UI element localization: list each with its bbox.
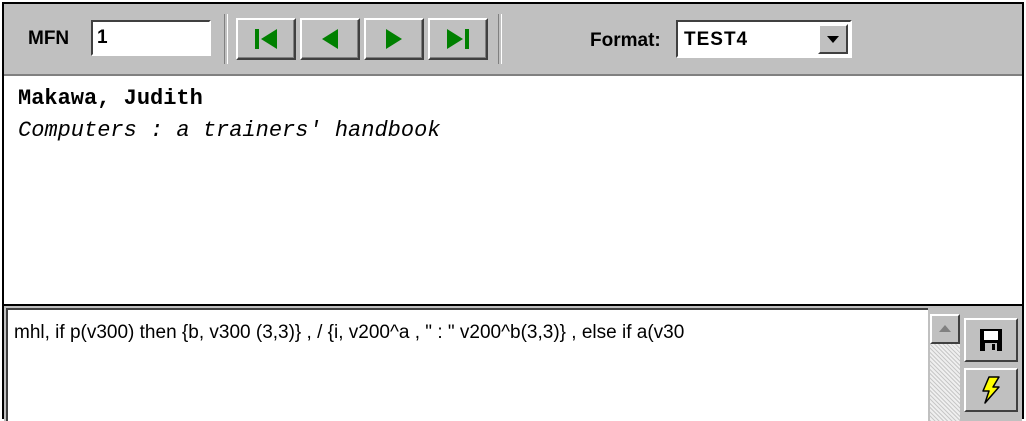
previous-icon bbox=[322, 29, 338, 49]
format-select[interactable]: TEST4 bbox=[676, 20, 852, 58]
format-editor[interactable]: mhl, if p(v300) then {b, v300 (3,3)} , /… bbox=[6, 308, 928, 421]
toolbar-separator bbox=[224, 14, 228, 64]
last-icon bbox=[447, 29, 469, 49]
save-button[interactable] bbox=[964, 318, 1018, 362]
record-author: Makawa, Judith bbox=[18, 86, 203, 111]
next-icon bbox=[386, 29, 402, 49]
record-display: Makawa, Judith Computers : a trainers' h… bbox=[4, 76, 1022, 306]
toolbar-separator bbox=[498, 14, 502, 64]
first-record-button[interactable] bbox=[236, 18, 296, 60]
run-button[interactable] bbox=[964, 368, 1018, 412]
format-dropdown-button[interactable] bbox=[818, 24, 848, 54]
previous-record-button[interactable] bbox=[300, 18, 360, 60]
chevron-up-icon bbox=[939, 325, 951, 332]
format-editor-text[interactable]: mhl, if p(v300) then {b, v300 (3,3)} , /… bbox=[14, 322, 684, 344]
toolbar: MFN Format: TEST bbox=[4, 4, 1022, 76]
mfn-label: MFN bbox=[28, 28, 70, 49]
scroll-up-button[interactable] bbox=[930, 314, 960, 344]
mfn-input[interactable] bbox=[91, 20, 211, 56]
app-window: MFN Format: TEST bbox=[2, 2, 1024, 421]
chevron-down-icon bbox=[827, 36, 839, 43]
floppy-disk-icon bbox=[980, 329, 1002, 351]
lightning-icon bbox=[982, 376, 1000, 404]
editor-scrollbar[interactable] bbox=[930, 314, 960, 421]
first-icon bbox=[255, 29, 277, 49]
format-label: Format: bbox=[590, 30, 661, 51]
last-record-button[interactable] bbox=[428, 18, 488, 60]
format-editor-row: mhl, if p(v300) then {b, v300 (3,3)} , /… bbox=[4, 306, 1022, 421]
format-value: TEST4 bbox=[684, 29, 749, 50]
record-title: Computers : a trainers' handbook bbox=[18, 118, 441, 143]
next-record-button[interactable] bbox=[364, 18, 424, 60]
